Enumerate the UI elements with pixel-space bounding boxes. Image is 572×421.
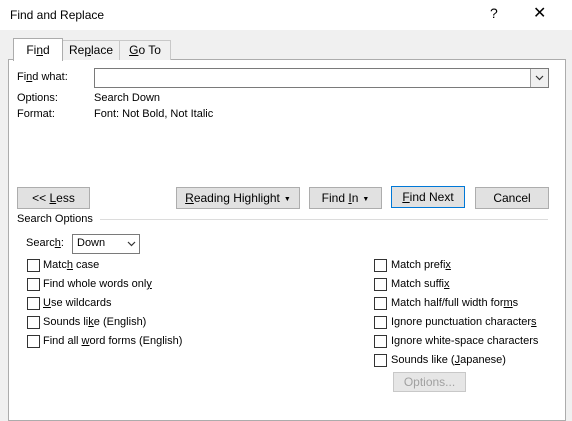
format-label: Format:: [17, 108, 55, 120]
find-what-label: Find what:: [17, 71, 68, 83]
find-next-button[interactable]: Find Next: [391, 186, 465, 208]
help-icon[interactable]: ?: [490, 5, 498, 21]
ignore-white-space-checkbox[interactable]: [374, 335, 387, 348]
tab-find[interactable]: Find: [13, 38, 63, 61]
chevron-down-icon: [123, 235, 139, 253]
match-prefix-checkbox[interactable]: [374, 259, 387, 272]
find-all-word-forms-label[interactable]: Find all word forms (English): [43, 335, 182, 347]
find-whole-words-checkbox[interactable]: [27, 278, 40, 291]
reading-highlight-button[interactable]: Reading Highlight ▼: [176, 187, 300, 209]
search-direction-value: Down: [77, 237, 106, 249]
close-icon[interactable]: ✕: [533, 3, 546, 23]
find-in-button[interactable]: Find In ▼: [309, 187, 382, 209]
cancel-button[interactable]: Cancel: [475, 187, 549, 209]
tab-replace[interactable]: Replace: [61, 40, 121, 60]
dropdown-arrow-icon: ▼: [283, 196, 291, 203]
dropdown-arrow-icon: ▼: [362, 196, 370, 203]
format-value: Font: Not Bold, Not Italic: [94, 108, 214, 120]
search-direction-label: Search:: [26, 237, 64, 249]
sounds-like-english-label[interactable]: Sounds like (English): [43, 316, 146, 328]
ignore-punctuation-checkbox[interactable]: [374, 316, 387, 329]
find-whole-words-label[interactable]: Find whole words only: [43, 278, 152, 290]
match-case-label[interactable]: Match case: [43, 259, 99, 271]
match-half-full-width-checkbox[interactable]: [374, 297, 387, 310]
match-prefix-label[interactable]: Match prefix: [391, 259, 451, 271]
ignore-punctuation-label[interactable]: Ignore punctuation characters: [391, 316, 537, 328]
match-suffix-label[interactable]: Match suffix: [391, 278, 450, 290]
window-title: Find and Replace: [10, 8, 105, 22]
sounds-like-english-checkbox[interactable]: [27, 316, 40, 329]
match-case-checkbox[interactable]: [27, 259, 40, 272]
sounds-like-japanese-checkbox[interactable]: [374, 354, 387, 367]
options-label: Options:: [17, 92, 58, 104]
options-button: Options...: [393, 372, 466, 392]
match-suffix-checkbox[interactable]: [374, 278, 387, 291]
find-dropdown-button[interactable]: [530, 69, 548, 87]
find-all-word-forms-checkbox[interactable]: [27, 335, 40, 348]
sounds-like-japanese-label[interactable]: Sounds like (Japanese): [391, 354, 506, 366]
chevron-down-icon: [535, 75, 544, 81]
title-bar: Find and Replace ? ✕: [0, 0, 572, 30]
search-options-divider: [100, 219, 548, 220]
less-button[interactable]: << Less: [17, 187, 90, 209]
use-wildcards-checkbox[interactable]: [27, 297, 40, 310]
ignore-white-space-label[interactable]: Ignore white-space characters: [391, 335, 538, 347]
search-direction-select[interactable]: Down: [72, 234, 140, 254]
match-half-full-width-label[interactable]: Match half/full width forms: [391, 297, 518, 309]
search-options-heading: Search Options: [17, 213, 93, 225]
use-wildcards-label[interactable]: Use wildcards: [43, 297, 111, 309]
find-what-input[interactable]: [94, 68, 549, 88]
tab-go-to[interactable]: Go To: [119, 40, 171, 60]
options-value: Search Down: [94, 92, 161, 104]
